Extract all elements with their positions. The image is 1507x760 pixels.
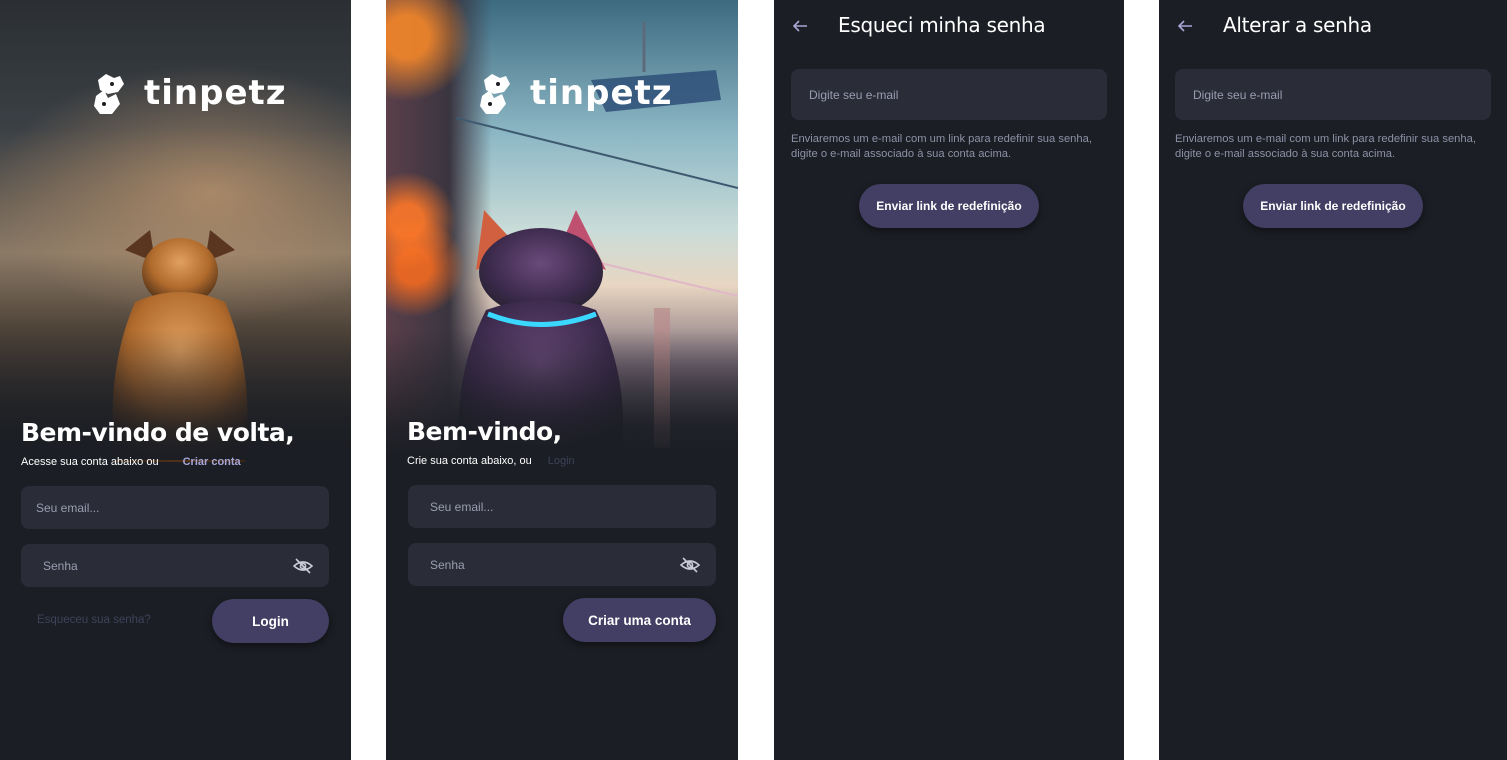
- send-reset-link-button[interactable]: Enviar link de redefinição: [859, 184, 1039, 228]
- brand-logo: tinpetz: [476, 70, 673, 116]
- email-placeholder: Digite seu e-mail: [1193, 87, 1283, 102]
- email-placeholder: Digite seu e-mail: [809, 87, 899, 102]
- email-input[interactable]: Seu email...: [21, 486, 329, 529]
- password-input[interactable]: Senha: [408, 543, 716, 586]
- dog-and-cat-heads-icon: [480, 74, 510, 114]
- login-link[interactable]: Login: [548, 455, 575, 467]
- password-input[interactable]: Senha: [21, 544, 329, 587]
- login-button[interactable]: Login: [212, 599, 329, 643]
- password-placeholder: Senha: [430, 557, 465, 572]
- welcome-subtitle: Crie sua conta abaixo, ou: [407, 455, 532, 467]
- welcome-title: Bem-vindo,: [407, 417, 562, 446]
- welcome-subtitle: Acesse sua conta abaixo ou: [21, 456, 159, 468]
- forgot-password-link[interactable]: Esqueceu sua senha?: [37, 614, 151, 626]
- eye-off-icon[interactable]: [293, 557, 313, 574]
- email-input[interactable]: Digite seu e-mail: [791, 69, 1107, 120]
- welcome-subtitle-row: Crie sua conta abaixo, ou Login: [407, 455, 575, 467]
- email-input[interactable]: Seu email...: [408, 485, 716, 528]
- back-arrow-icon[interactable]: [1177, 18, 1193, 34]
- page-title: Alterar a senha: [1223, 13, 1372, 37]
- email-placeholder: Seu email...: [430, 499, 494, 514]
- email-placeholder: Seu email...: [36, 500, 100, 515]
- brand-name: tinpetz: [144, 73, 287, 113]
- brand-name: tinpetz: [530, 73, 673, 113]
- helper-text: Enviaremos um e-mail com um link para re…: [1175, 133, 1476, 160]
- back-arrow-icon[interactable]: [792, 18, 808, 34]
- change-password-screen: Alterar a senha Digite seu e-mail Enviar…: [1159, 0, 1507, 760]
- signup-screen: tinpetz Bem-vindo, Crie sua conta abaixo…: [386, 0, 738, 760]
- welcome-title: Bem-vindo de volta,: [21, 418, 295, 447]
- password-placeholder: Senha: [43, 558, 78, 573]
- create-account-button[interactable]: Criar uma conta: [563, 598, 716, 642]
- page-title: Esqueci minha senha: [838, 13, 1046, 37]
- email-input[interactable]: Digite seu e-mail: [1175, 69, 1491, 120]
- eye-off-icon[interactable]: [680, 556, 700, 573]
- dog-and-cat-heads-icon: [94, 74, 124, 114]
- brand-logo: tinpetz: [90, 70, 287, 116]
- helper-text: Enviaremos um e-mail com um link para re…: [791, 133, 1092, 160]
- login-screen: tinpetz Bem-vindo de volta, Acesse sua c…: [0, 0, 351, 760]
- welcome-subtitle-row: Acesse sua conta abaixo ou Criar conta: [21, 456, 241, 468]
- send-reset-link-button[interactable]: Enviar link de redefinição: [1243, 184, 1423, 228]
- create-account-link[interactable]: Criar conta: [183, 456, 241, 468]
- forgot-password-screen: Esqueci minha senha Digite seu e-mail En…: [774, 0, 1124, 760]
